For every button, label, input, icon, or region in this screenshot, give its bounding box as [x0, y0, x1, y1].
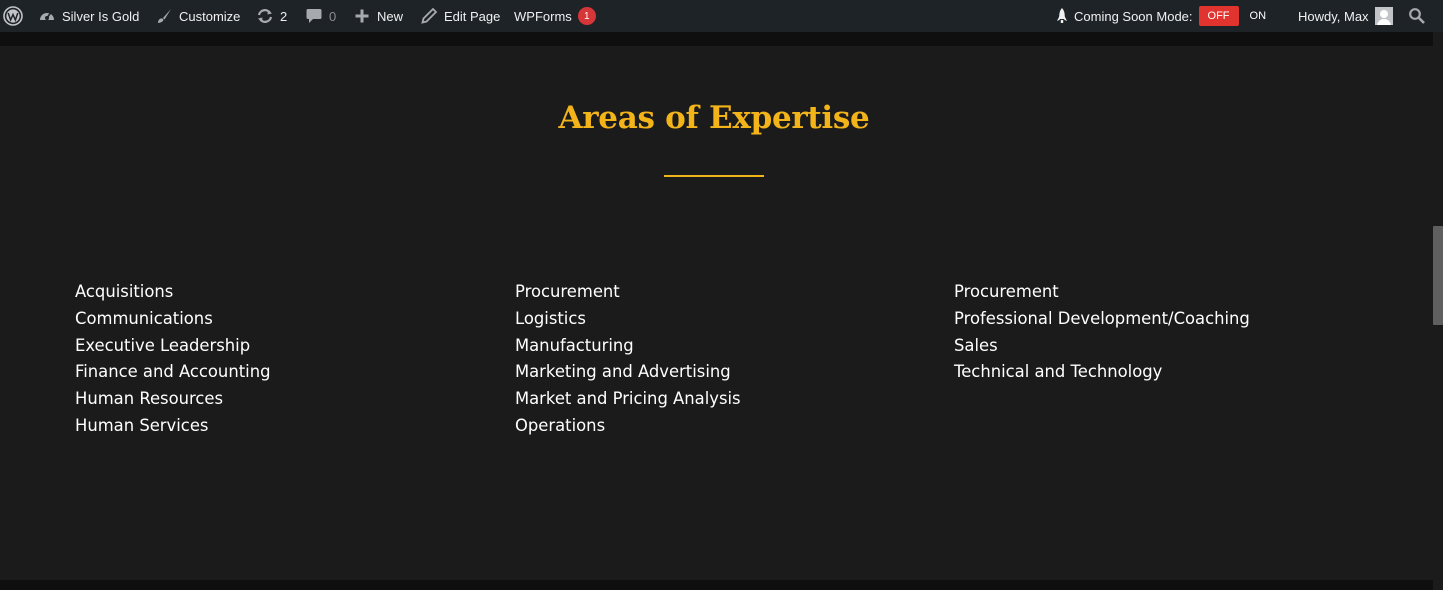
- expertise-item: Marketing and Advertising: [515, 362, 731, 382]
- edit-page-label: Edit Page: [444, 8, 501, 24]
- expertise-item: Executive Leadership: [75, 335, 251, 355]
- expertise-item: Human Services: [75, 415, 209, 435]
- expertise-column-3: Procurement Professional Development/Coac…: [954, 279, 1250, 386]
- admin-bar: Silver Is Gold Customize 2 0 New Edit Pa…: [0, 0, 1443, 32]
- avatar: [1374, 7, 1393, 25]
- updates-link[interactable]: 2: [256, 0, 287, 32]
- notification-badge: 1: [577, 7, 596, 25]
- expertise-item: Communications: [75, 308, 213, 328]
- expertise-item: Professional Development/Coaching: [954, 308, 1250, 328]
- title-divider: [664, 175, 764, 177]
- expertise-item: Manufacturing: [515, 335, 634, 355]
- customize-label: Customize: [179, 8, 241, 24]
- expertise-column-1: Acquisitions Communications Executive Lead…: [75, 279, 271, 440]
- expertise-item: Sales: [954, 335, 998, 355]
- wpforms-label: WPForms: [514, 8, 572, 24]
- rocket-icon: [1055, 7, 1069, 25]
- expertise-item: Procurement: [515, 282, 620, 301]
- wpforms-menu[interactable]: WPForms 1: [514, 0, 596, 32]
- coming-soon-off-toggle[interactable]: OFF: [1198, 6, 1239, 26]
- expertise-item: Market and Pricing Analysis: [515, 389, 741, 409]
- expertise-column-2: Procurement Logistics Manufacturing Marketi…: [515, 279, 741, 440]
- expertise-item: Acquisitions: [75, 282, 174, 301]
- plus-icon: [353, 7, 371, 25]
- customize-link[interactable]: Customize: [155, 0, 240, 32]
- expertise-item: Procurement: [954, 282, 1059, 301]
- expertise-item: Human Resources: [75, 389, 224, 409]
- updates-icon: [256, 7, 274, 25]
- section-title: Areas of Expertise: [558, 100, 870, 136]
- comments-count: 0: [329, 8, 337, 24]
- coming-soon-mode: Coming Soon Mode: OFF ON: [1055, 0, 1266, 32]
- comments-link[interactable]: 0: [305, 0, 336, 32]
- search-icon[interactable]: [1408, 0, 1426, 32]
- my-account-menu[interactable]: Howdy, Max: [1298, 0, 1393, 32]
- expertise-item: Technical and Technology: [954, 362, 1163, 382]
- howdy-label: Howdy, Max: [1298, 8, 1369, 24]
- edit-page-link[interactable]: Edit Page: [420, 0, 500, 32]
- site-name-menu[interactable]: Silver Is Gold: [38, 0, 139, 32]
- new-label: New: [377, 8, 404, 24]
- expertise-item: Logistics: [515, 308, 586, 328]
- coming-soon-on-toggle[interactable]: ON: [1250, 10, 1267, 22]
- footer-edge: [0, 580, 1433, 590]
- expertise-item: Finance and Accounting: [75, 362, 271, 382]
- pencil-icon: [420, 7, 438, 25]
- updates-count: 2: [280, 8, 288, 24]
- dashboard-icon: [38, 7, 56, 25]
- site-name-label: Silver Is Gold: [62, 8, 140, 24]
- brush-icon: [155, 7, 173, 25]
- wordpress-logo-icon[interactable]: [3, 0, 23, 32]
- scrollbar-thumb[interactable]: [1433, 226, 1443, 325]
- coming-soon-label: Coming Soon Mode:: [1074, 8, 1193, 24]
- comment-icon: [305, 7, 323, 25]
- expertise-item: Operations: [515, 415, 606, 435]
- new-content-menu[interactable]: New: [353, 0, 403, 32]
